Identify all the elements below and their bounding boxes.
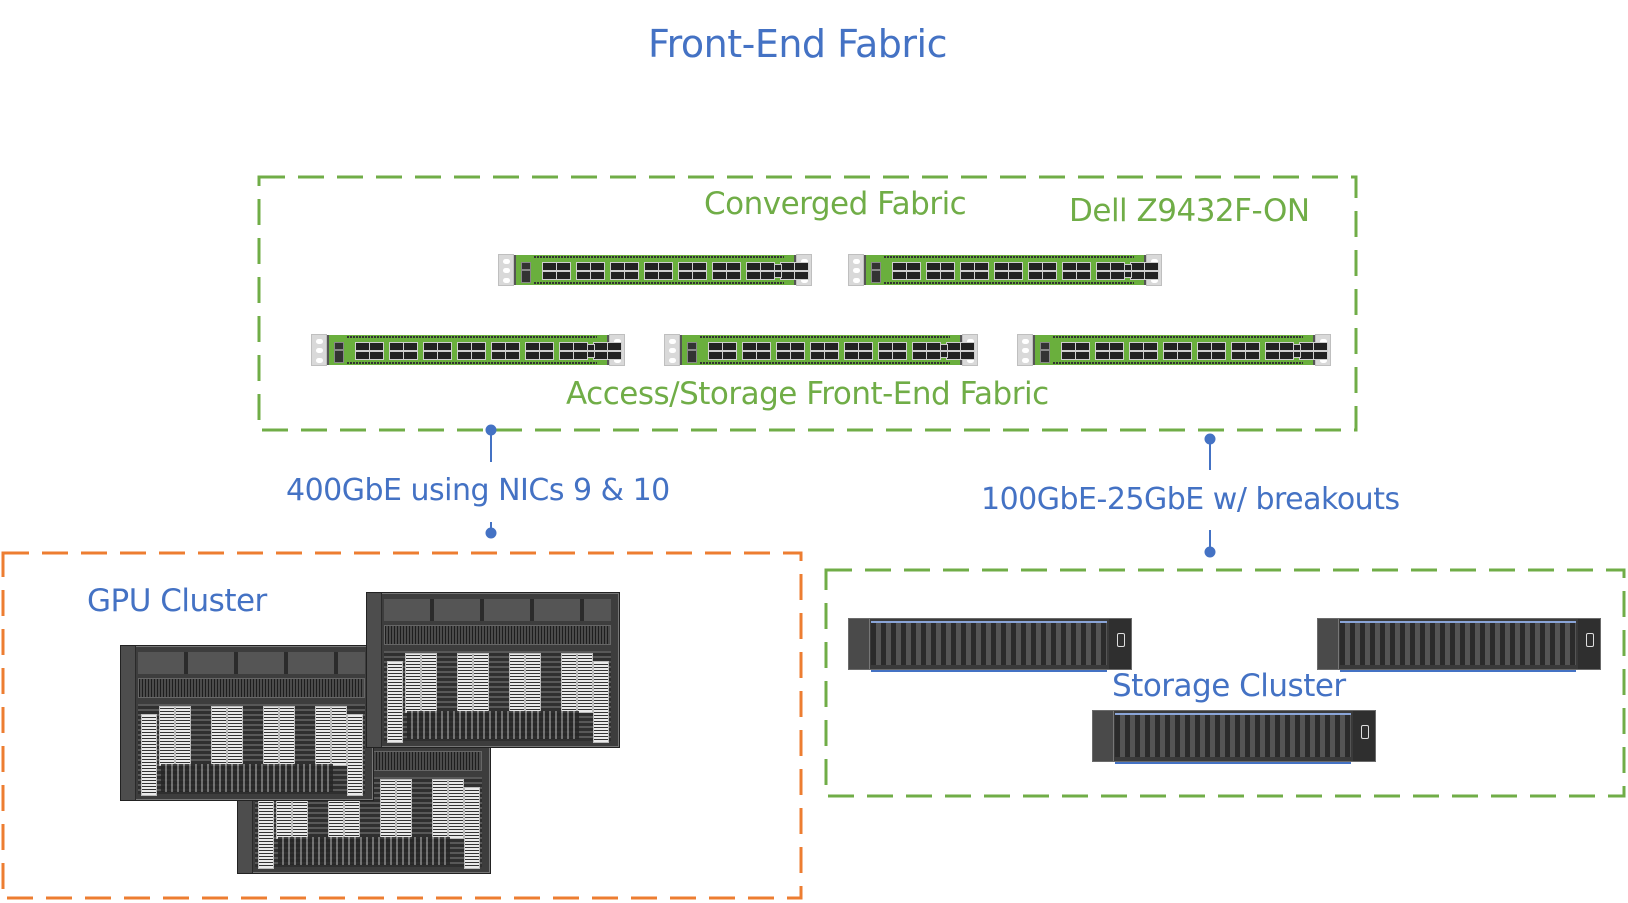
diagram-title: Front-End Fabric (648, 22, 947, 66)
network-switch (311, 334, 625, 366)
network-switch (848, 254, 1162, 286)
gpu-server (120, 645, 374, 801)
access-fabric-label: Access/Storage Front-End Fabric (566, 376, 1049, 412)
storage-server (1092, 710, 1376, 764)
gpu-server (366, 592, 620, 748)
network-switch (498, 254, 812, 286)
link-label-storage: 100GbE-25GbE w/ breakouts (981, 482, 1400, 517)
link-label-gpu: 400GbE using NICs 9 & 10 (286, 473, 670, 508)
storage-cluster-label: Storage Cluster (1112, 668, 1346, 704)
gpu-cluster-label: GPU Cluster (87, 583, 267, 619)
network-switch (664, 334, 978, 366)
storage-server (848, 618, 1132, 672)
link-endpoint-dot (1204, 546, 1216, 558)
storage-server (1317, 618, 1601, 672)
network-switch (1017, 334, 1331, 366)
switch-model-label: Dell Z9432F-ON (1069, 193, 1310, 229)
converged-fabric-label: Converged Fabric (704, 186, 967, 222)
link-endpoint-dot (485, 527, 497, 539)
